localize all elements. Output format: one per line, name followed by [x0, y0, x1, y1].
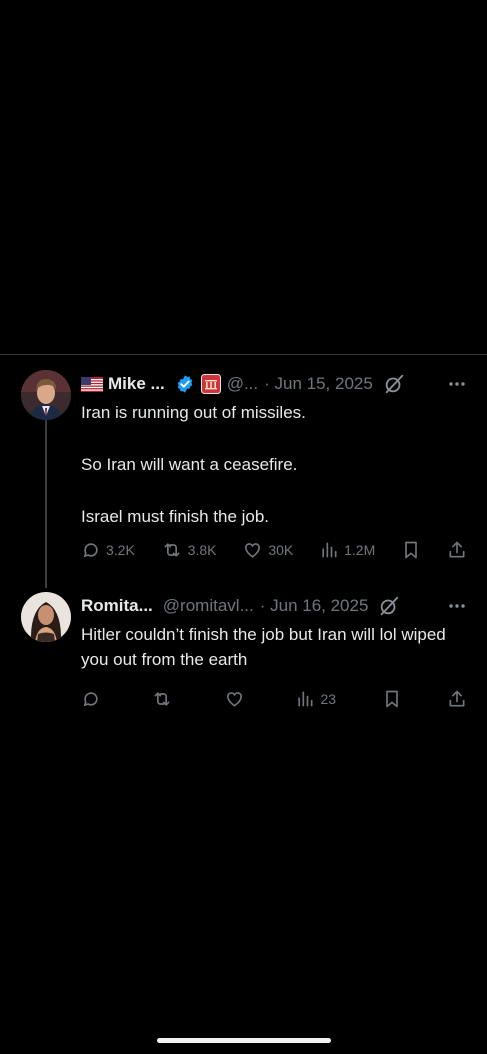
- repost-icon: [154, 692, 170, 706]
- reply-button[interactable]: 3.2K: [81, 540, 135, 560]
- share-icon: [449, 690, 465, 707]
- share-button[interactable]: [447, 689, 467, 709]
- home-indicator[interactable]: [157, 1038, 331, 1043]
- more-icon[interactable]: [447, 596, 467, 616]
- avatar[interactable]: [21, 370, 71, 420]
- tweet-header: Romita... @romitavl... · Jun 16, 2025: [81, 594, 467, 618]
- views-icon: [298, 691, 313, 707]
- reply-icon: [83, 543, 98, 558]
- more-icon[interactable]: [447, 374, 467, 394]
- tweet-actions: 3.2K 3.8K 30K 1.2M: [81, 540, 467, 560]
- author-name[interactable]: Mike ...: [108, 374, 165, 394]
- divider: [0, 354, 487, 355]
- like-button[interactable]: [224, 689, 250, 709]
- tweet-line: So Iran will want a ceasefire.: [81, 455, 298, 474]
- bookmark-icon: [405, 541, 417, 559]
- affiliation-badge-icon: [200, 374, 221, 394]
- grok-icon[interactable]: [383, 373, 405, 395]
- repost-button[interactable]: [151, 689, 178, 709]
- reply-button[interactable]: [81, 689, 106, 709]
- thread-connector-line: [45, 420, 47, 588]
- tweet-actions: 23: [81, 689, 467, 709]
- tweet-text: Iran is running out of missiles. So Iran…: [81, 400, 469, 529]
- tweet-date[interactable]: · Jun 16, 2025: [260, 596, 369, 616]
- tweet-header: Mike ... @... · Jun 15, 2025: [81, 372, 467, 396]
- author-handle[interactable]: @...: [227, 374, 258, 394]
- bookmark-button[interactable]: [382, 689, 402, 709]
- reply-icon: [83, 692, 98, 707]
- reply-count: 3.2K: [106, 542, 135, 558]
- us-flag-icon: [81, 376, 103, 392]
- tweet-date[interactable]: · Jun 15, 2025: [264, 374, 373, 394]
- author-handle[interactable]: @romitavl...: [163, 596, 254, 616]
- tweet-text: Hitler couldn’t finish the job but Iran …: [81, 622, 469, 672]
- like-icon: [226, 692, 242, 707]
- share-icon: [449, 541, 465, 558]
- grok-icon[interactable]: [378, 595, 400, 617]
- repost-button[interactable]: 3.8K: [161, 540, 217, 560]
- verified-badge-icon: [175, 374, 195, 394]
- tweet-line: Israel must finish the job.: [81, 507, 270, 526]
- views-button[interactable]: 23: [295, 689, 336, 709]
- avatar[interactable]: [21, 592, 71, 642]
- bookmark-icon: [385, 690, 398, 708]
- views-icon: [322, 542, 337, 558]
- repost-icon: [164, 543, 180, 557]
- tweet-line: Iran is running out of missiles.: [81, 403, 306, 422]
- like-icon: [245, 543, 261, 558]
- like-button[interactable]: 30K: [242, 540, 293, 560]
- tweet-line: Hitler couldn’t finish the job but Iran …: [81, 625, 446, 669]
- views-button[interactable]: 1.2M: [319, 540, 375, 560]
- share-button[interactable]: [447, 540, 467, 560]
- like-count: 30K: [268, 542, 294, 558]
- views-count: 23: [320, 691, 337, 707]
- repost-count: 3.8K: [187, 542, 217, 558]
- author-name[interactable]: Romita...: [81, 596, 153, 616]
- views-count: 1.2M: [344, 542, 376, 558]
- bookmark-button[interactable]: [401, 540, 421, 560]
